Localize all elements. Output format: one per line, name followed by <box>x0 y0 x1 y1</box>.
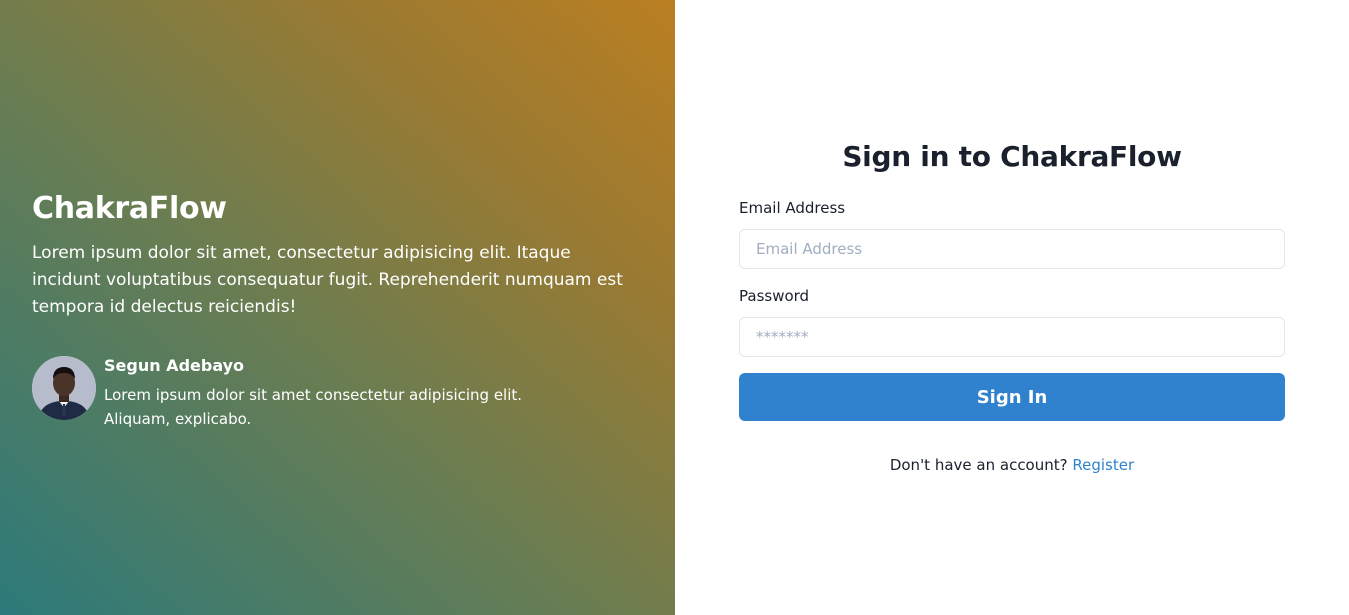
testimonial-text: Segun Adebayo Lorem ipsum dolor sit amet… <box>104 355 544 431</box>
email-label: Email Address <box>739 199 846 217</box>
register-prompt: Don't have an account? <box>889 456 1068 474</box>
register-link[interactable]: Register <box>1072 456 1134 474</box>
testimonial-quote: Lorem ipsum dolor sit amet consectetur a… <box>104 386 523 428</box>
hero-content: ChakraFlow Lorem ipsum dolor sit amet, c… <box>32 190 632 431</box>
signin-panel: Sign in to ChakraFlow Email Address Pass… <box>675 0 1349 615</box>
password-field[interactable] <box>739 317 1285 357</box>
register-row: Don't have an account? Register <box>739 454 1285 476</box>
email-field[interactable] <box>739 229 1285 269</box>
hero-tagline: Lorem ipsum dolor sit amet, consectetur … <box>32 243 623 317</box>
brand-title: ChakraFlow <box>32 191 227 226</box>
testimonial: Segun Adebayo Lorem ipsum dolor sit amet… <box>32 355 632 431</box>
person-avatar-icon <box>32 356 96 420</box>
form-title: Sign in to ChakraFlow <box>842 140 1182 173</box>
password-label: Password <box>739 287 810 305</box>
testimonial-name: Segun Adebayo <box>104 356 245 375</box>
signin-form: Sign in to ChakraFlow Email Address Pass… <box>739 137 1285 476</box>
sign-in-button[interactable]: Sign In <box>739 373 1285 421</box>
page: ChakraFlow Lorem ipsum dolor sit amet, c… <box>0 0 1349 615</box>
hero-panel: ChakraFlow Lorem ipsum dolor sit amet, c… <box>0 0 675 615</box>
